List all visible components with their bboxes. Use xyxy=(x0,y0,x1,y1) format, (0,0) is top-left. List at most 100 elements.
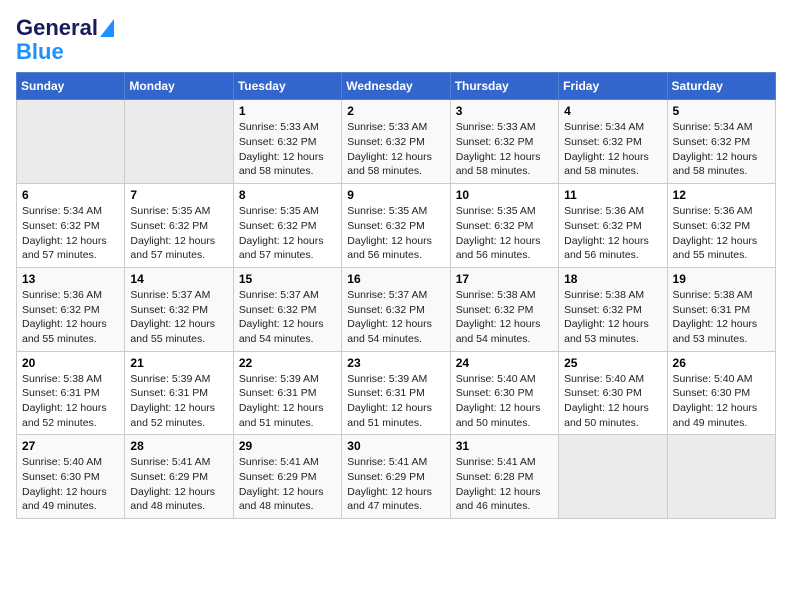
day-number: 11 xyxy=(564,188,661,202)
day-number: 27 xyxy=(22,439,119,453)
day-info: Sunrise: 5:41 AMSunset: 6:29 PMDaylight:… xyxy=(239,455,336,514)
day-number: 13 xyxy=(22,272,119,286)
calendar-cell xyxy=(559,435,667,519)
weekday-header-saturday: Saturday xyxy=(667,73,775,100)
day-number: 1 xyxy=(239,104,336,118)
day-number: 20 xyxy=(22,356,119,370)
calendar-cell: 19 Sunrise: 5:38 AMSunset: 6:31 PMDayligh… xyxy=(667,267,775,351)
calendar-cell xyxy=(125,100,233,184)
day-info: Sunrise: 5:40 AMSunset: 6:30 PMDaylight:… xyxy=(456,372,553,431)
weekday-header-wednesday: Wednesday xyxy=(342,73,450,100)
day-number: 4 xyxy=(564,104,661,118)
day-number: 10 xyxy=(456,188,553,202)
calendar-week-2: 6 Sunrise: 5:34 AMSunset: 6:32 PMDaylight… xyxy=(17,184,776,268)
day-number: 8 xyxy=(239,188,336,202)
calendar-cell: 9Sunrise: 5:35 AMSunset: 6:32 PMDaylight… xyxy=(342,184,450,268)
weekday-header-row: SundayMondayTuesdayWednesdayThursdayFrid… xyxy=(17,73,776,100)
calendar-cell: 13 Sunrise: 5:36 AMSunset: 6:32 PMDayligh… xyxy=(17,267,125,351)
day-info: Sunrise: 5:40 AMSunset: 6:30 PMDaylight:… xyxy=(22,455,119,514)
day-number: 16 xyxy=(347,272,444,286)
calendar-cell: 5Sunrise: 5:34 AMSunset: 6:32 PMDaylight… xyxy=(667,100,775,184)
calendar-cell: 27 Sunrise: 5:40 AMSunset: 6:30 PMDayligh… xyxy=(17,435,125,519)
calendar-cell: 16 Sunrise: 5:37 AMSunset: 6:32 PMDayligh… xyxy=(342,267,450,351)
calendar-cell: 21 Sunrise: 5:39 AMSunset: 6:31 PMDayligh… xyxy=(125,351,233,435)
day-number: 28 xyxy=(130,439,227,453)
day-number: 6 xyxy=(22,188,119,202)
calendar-cell: 7 Sunrise: 5:35 AMSunset: 6:32 PMDaylight… xyxy=(125,184,233,268)
day-info: Sunrise: 5:35 AMSunset: 6:32 PMDaylight:… xyxy=(456,204,553,263)
day-number: 2 xyxy=(347,104,444,118)
day-info: Sunrise: 5:36 AMSunset: 6:32 PMDaylight:… xyxy=(673,204,770,263)
weekday-header-tuesday: Tuesday xyxy=(233,73,341,100)
day-info: Sunrise: 5:41 AMSunset: 6:29 PMDaylight:… xyxy=(347,455,444,514)
weekday-header-sunday: Sunday xyxy=(17,73,125,100)
calendar-week-5: 27 Sunrise: 5:40 AMSunset: 6:30 PMDayligh… xyxy=(17,435,776,519)
day-number: 21 xyxy=(130,356,227,370)
calendar-cell: 4 Sunrise: 5:34 AMSunset: 6:32 PMDaylight… xyxy=(559,100,667,184)
calendar-cell: 8 Sunrise: 5:35 AMSunset: 6:32 PMDaylight… xyxy=(233,184,341,268)
calendar-week-1: 1 Sunrise: 5:33 AMSunset: 6:32 PMDaylight… xyxy=(17,100,776,184)
day-number: 22 xyxy=(239,356,336,370)
logo-text-blue: Blue xyxy=(16,40,64,64)
day-info: Sunrise: 5:34 AMSunset: 6:32 PMDaylight:… xyxy=(564,120,661,179)
day-info: Sunrise: 5:38 AMSunset: 6:31 PMDaylight:… xyxy=(22,372,119,431)
calendar-week-3: 13 Sunrise: 5:36 AMSunset: 6:32 PMDayligh… xyxy=(17,267,776,351)
day-info: Sunrise: 5:38 AMSunset: 6:31 PMDaylight:… xyxy=(673,288,770,347)
day-info: Sunrise: 5:41 AMSunset: 6:29 PMDaylight:… xyxy=(130,455,227,514)
day-number: 12 xyxy=(673,188,770,202)
calendar-cell: 2 Sunrise: 5:33 AMSunset: 6:32 PMDaylight… xyxy=(342,100,450,184)
logo-triangle-icon xyxy=(100,19,114,37)
day-number: 17 xyxy=(456,272,553,286)
day-info: Sunrise: 5:33 AMSunset: 6:32 PMDaylight:… xyxy=(456,120,553,179)
calendar-cell: 15Sunrise: 5:37 AMSunset: 6:32 PMDayligh… xyxy=(233,267,341,351)
calendar-cell: 18 Sunrise: 5:38 AMSunset: 6:32 PMDayligh… xyxy=(559,267,667,351)
calendar-cell: 12 Sunrise: 5:36 AMSunset: 6:32 PMDayligh… xyxy=(667,184,775,268)
calendar-cell: 17Sunrise: 5:38 AMSunset: 6:32 PMDayligh… xyxy=(450,267,558,351)
calendar-cell: 1 Sunrise: 5:33 AMSunset: 6:32 PMDaylight… xyxy=(233,100,341,184)
day-info: Sunrise: 5:40 AMSunset: 6:30 PMDaylight:… xyxy=(564,372,661,431)
weekday-header-thursday: Thursday xyxy=(450,73,558,100)
day-info: Sunrise: 5:37 AMSunset: 6:32 PMDaylight:… xyxy=(347,288,444,347)
calendar-cell: 28 Sunrise: 5:41 AMSunset: 6:29 PMDayligh… xyxy=(125,435,233,519)
calendar-cell xyxy=(17,100,125,184)
day-number: 18 xyxy=(564,272,661,286)
day-number: 7 xyxy=(130,188,227,202)
weekday-header-monday: Monday xyxy=(125,73,233,100)
day-info: Sunrise: 5:34 AMSunset: 6:32 PMDaylight:… xyxy=(22,204,119,263)
page-header: General Blue xyxy=(16,16,776,64)
day-info: Sunrise: 5:39 AMSunset: 6:31 PMDaylight:… xyxy=(347,372,444,431)
day-info: Sunrise: 5:36 AMSunset: 6:32 PMDaylight:… xyxy=(564,204,661,263)
calendar-cell: 20 Sunrise: 5:38 AMSunset: 6:31 PMDayligh… xyxy=(17,351,125,435)
day-number: 29 xyxy=(239,439,336,453)
day-info: Sunrise: 5:39 AMSunset: 6:31 PMDaylight:… xyxy=(239,372,336,431)
day-number: 30 xyxy=(347,439,444,453)
calendar-cell: 6 Sunrise: 5:34 AMSunset: 6:32 PMDaylight… xyxy=(17,184,125,268)
day-info: Sunrise: 5:33 AMSunset: 6:32 PMDaylight:… xyxy=(347,120,444,179)
calendar-body: 1 Sunrise: 5:33 AMSunset: 6:32 PMDaylight… xyxy=(17,100,776,519)
day-info: Sunrise: 5:39 AMSunset: 6:31 PMDaylight:… xyxy=(130,372,227,431)
weekday-header-friday: Friday xyxy=(559,73,667,100)
calendar-cell: 14Sunrise: 5:37 AMSunset: 6:32 PMDayligh… xyxy=(125,267,233,351)
day-number: 23 xyxy=(347,356,444,370)
day-number: 15 xyxy=(239,272,336,286)
calendar-cell: 23 Sunrise: 5:39 AMSunset: 6:31 PMDayligh… xyxy=(342,351,450,435)
day-info: Sunrise: 5:35 AMSunset: 6:32 PMDaylight:… xyxy=(239,204,336,263)
calendar-cell: 26Sunrise: 5:40 AMSunset: 6:30 PMDayligh… xyxy=(667,351,775,435)
calendar-header: SundayMondayTuesdayWednesdayThursdayFrid… xyxy=(17,73,776,100)
day-info: Sunrise: 5:35 AMSunset: 6:32 PMDaylight:… xyxy=(130,204,227,263)
day-number: 3 xyxy=(456,104,553,118)
day-info: Sunrise: 5:41 AMSunset: 6:28 PMDaylight:… xyxy=(456,455,553,514)
day-number: 19 xyxy=(673,272,770,286)
day-info: Sunrise: 5:37 AMSunset: 6:32 PMDaylight:… xyxy=(130,288,227,347)
day-number: 24 xyxy=(456,356,553,370)
calendar-cell: 10 Sunrise: 5:35 AMSunset: 6:32 PMDayligh… xyxy=(450,184,558,268)
calendar-cell xyxy=(667,435,775,519)
day-info: Sunrise: 5:33 AMSunset: 6:32 PMDaylight:… xyxy=(239,120,336,179)
calendar-cell: 11 Sunrise: 5:36 AMSunset: 6:32 PMDayligh… xyxy=(559,184,667,268)
calendar-cell: 31Sunrise: 5:41 AMSunset: 6:28 PMDayligh… xyxy=(450,435,558,519)
day-info: Sunrise: 5:38 AMSunset: 6:32 PMDaylight:… xyxy=(564,288,661,347)
day-info: Sunrise: 5:36 AMSunset: 6:32 PMDaylight:… xyxy=(22,288,119,347)
calendar-table: SundayMondayTuesdayWednesdayThursdayFrid… xyxy=(16,72,776,519)
calendar-cell: 24 Sunrise: 5:40 AMSunset: 6:30 PMDayligh… xyxy=(450,351,558,435)
calendar-cell: 25Sunrise: 5:40 AMSunset: 6:30 PMDayligh… xyxy=(559,351,667,435)
